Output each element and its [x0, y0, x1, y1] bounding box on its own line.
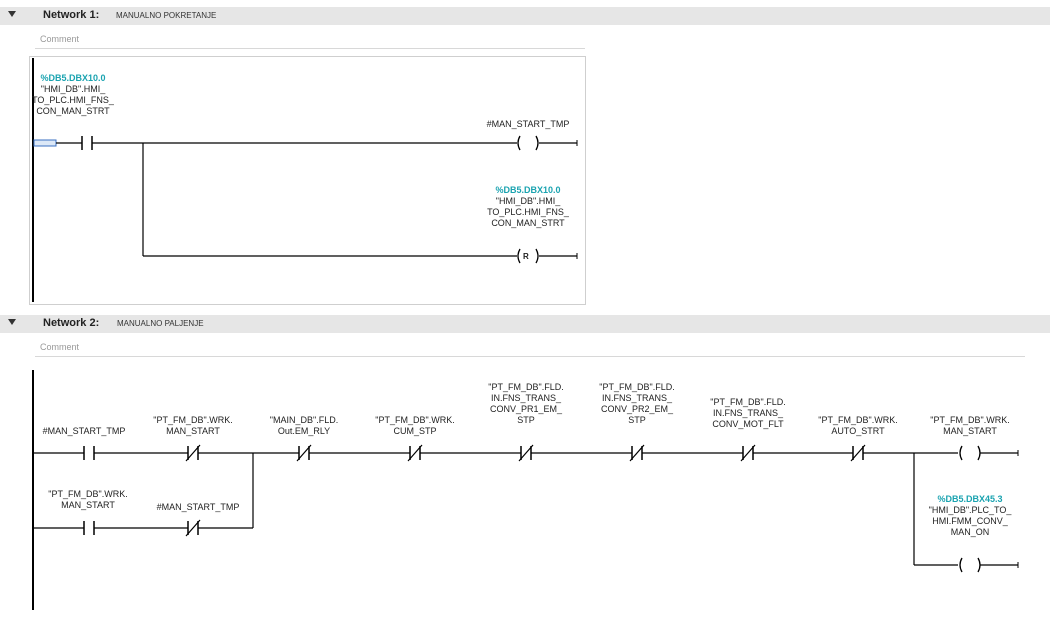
- tag-line: STP: [628, 415, 646, 425]
- tag-line: Out.EM_RLY: [277, 426, 331, 436]
- tag-line: MAN_START: [61, 500, 115, 510]
- tag-line: MAN_START: [943, 426, 997, 436]
- tag-line: "PT_FM_DB".WRK.: [375, 415, 455, 425]
- tag-line: "PT_FM_DB".WRK.: [818, 415, 898, 425]
- tag-line: HMI.FMM_CONV_: [932, 516, 1008, 526]
- n2-coil-2-label: %DB5.DBX45.3 "HMI_DB".PLC_TO_ HMI.FMM_CO…: [920, 494, 1020, 538]
- n2-contact-2[interactable]: [185, 444, 201, 462]
- n2-contact-1[interactable]: [83, 446, 95, 460]
- n2-contact-8-label: "PT_FM_DB".WRK. AUTO_STRT: [808, 415, 908, 437]
- n2-coil-1-label: "PT_FM_DB".WRK. MAN_START: [920, 415, 1020, 437]
- tag-line: "PT_FM_DB".WRK.: [48, 489, 128, 499]
- tag-line: AUTO_STRT: [831, 426, 885, 436]
- tag-line: IN.FNS_TRANS_: [601, 393, 672, 403]
- n2-contact-4-label: "PT_FM_DB".WRK. CUM_STP: [365, 415, 465, 437]
- n2-coil-2[interactable]: [958, 557, 981, 573]
- n2-contact-4[interactable]: [407, 444, 423, 462]
- tag-line: "PT_FM_DB".FLD.: [599, 382, 675, 392]
- n2-coil-1[interactable]: [958, 445, 981, 461]
- tag-line: MAN_START: [166, 426, 220, 436]
- n2-contact-6-label: "PT_FM_DB".FLD. IN.FNS_TRANS_ CONV_PR2_E…: [587, 382, 687, 426]
- n2-branch-contact-2[interactable]: [185, 519, 201, 537]
- tag-line: "HMI_DB".PLC_TO_: [928, 505, 1012, 515]
- tag-line: CUM_STP: [393, 426, 437, 436]
- tag-line: CONV_PR1_EM_: [489, 404, 563, 414]
- n2-branch-contact-1-label: "PT_FM_DB".WRK. MAN_START: [38, 489, 138, 511]
- n2-contact-8[interactable]: [850, 444, 866, 462]
- n2-contact-7-label: "PT_FM_DB".FLD. IN.FNS_TRANS_ CONV_MOT_F…: [698, 397, 798, 430]
- n2-contact-7[interactable]: [740, 444, 756, 462]
- tag-line: "PT_FM_DB".WRK.: [930, 415, 1010, 425]
- n2-contact-6[interactable]: [629, 444, 645, 462]
- n2-contact-5-label: "PT_FM_DB".FLD. IN.FNS_TRANS_ CONV_PR1_E…: [476, 382, 576, 426]
- tag-line: STP: [517, 415, 535, 425]
- n2-branch-contact-1[interactable]: [83, 521, 95, 535]
- tag-line: "PT_FM_DB".FLD.: [710, 397, 786, 407]
- tag-line: IN.FNS_TRANS_: [712, 408, 783, 418]
- tag-line: "PT_FM_DB".WRK.: [153, 415, 233, 425]
- n2-contact-2-label: "PT_FM_DB".WRK. MAN_START: [143, 415, 243, 437]
- network-2-rungs: [32, 370, 1019, 610]
- tag-line: CONV_PR2_EM_: [600, 404, 674, 414]
- n2-contact-1-label: #MAN_START_TMP: [42, 426, 126, 436]
- n2-coil-2-address: %DB5.DBX45.3: [937, 494, 1003, 504]
- n2-contact-3[interactable]: [296, 444, 312, 462]
- tag-line: CONV_MOT_FLT: [712, 419, 784, 429]
- tag-line: IN.FNS_TRANS_: [490, 393, 561, 403]
- n2-branch-contact-2-label: #MAN_START_TMP: [156, 502, 240, 512]
- tag-line: "MAIN_DB".FLD.: [269, 415, 339, 425]
- tag-line: "PT_FM_DB".FLD.: [488, 382, 564, 392]
- n2-contact-5[interactable]: [518, 444, 534, 462]
- n2-contact-3-label: "MAIN_DB".FLD. Out.EM_RLY: [254, 415, 354, 437]
- tag-line: MAN_ON: [950, 527, 990, 537]
